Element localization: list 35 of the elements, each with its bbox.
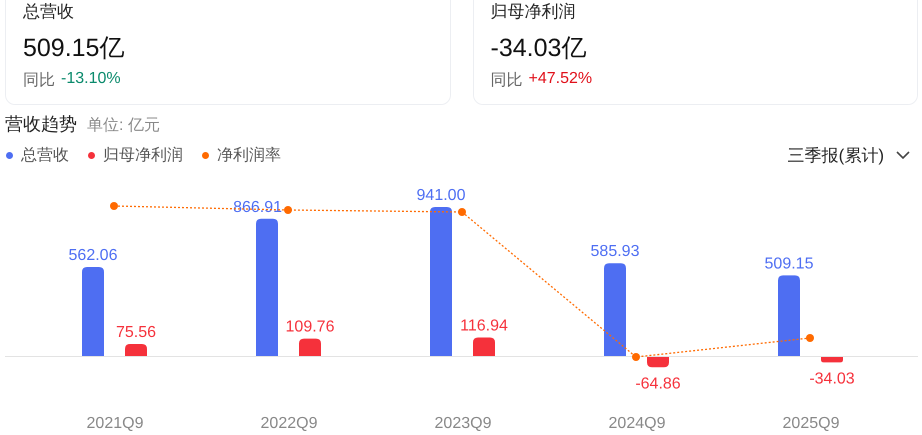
unit-label: 单位: 亿元 — [87, 116, 160, 136]
legend-label: 净利润率 — [217, 146, 281, 166]
bar — [821, 357, 843, 362]
axis-label: 2022Q9 — [260, 415, 318, 432]
data-label: 941.00 — [416, 187, 466, 204]
section-title: 营收趋势 — [5, 113, 77, 136]
data-label: 585.93 — [590, 243, 640, 260]
axis-label: 2025Q9 — [782, 415, 840, 432]
change-value: -13.10% — [61, 70, 121, 89]
data-label: 866.91 — [233, 198, 282, 216]
period-dropdown[interactable]: 三季报(累计) — [788, 144, 916, 166]
bar — [473, 338, 495, 356]
bar — [125, 344, 147, 356]
card-title: 归母净利润 — [490, 1, 576, 23]
change-label: 同比 — [23, 70, 55, 91]
data-label: 109.76 — [286, 318, 334, 336]
data-label: -64.86 — [635, 375, 681, 392]
change-label: 同比 — [490, 70, 522, 91]
card-value: -34.03亿 — [490, 33, 586, 64]
bar — [299, 338, 321, 356]
chevron-down-icon — [896, 151, 910, 159]
card-title: 总营收 — [23, 1, 74, 23]
data-label: 562.06 — [68, 247, 118, 264]
data-label: 75.56 — [116, 324, 156, 342]
change-value: +47.52% — [528, 70, 592, 89]
axis-label: 2021Q9 — [86, 415, 144, 432]
data-label: 116.94 — [460, 318, 508, 334]
legend-label: 归母净利润 — [103, 146, 183, 166]
card-value: 509.15亿 — [23, 33, 124, 64]
axis-label: 2024Q9 — [608, 415, 666, 432]
data-label: 509.15 — [764, 255, 814, 272]
bar — [647, 357, 669, 368]
axis-label: 2023Q9 — [434, 415, 492, 432]
legend-label: 总营收 — [21, 146, 69, 166]
data-label: -34.03 — [809, 370, 855, 388]
